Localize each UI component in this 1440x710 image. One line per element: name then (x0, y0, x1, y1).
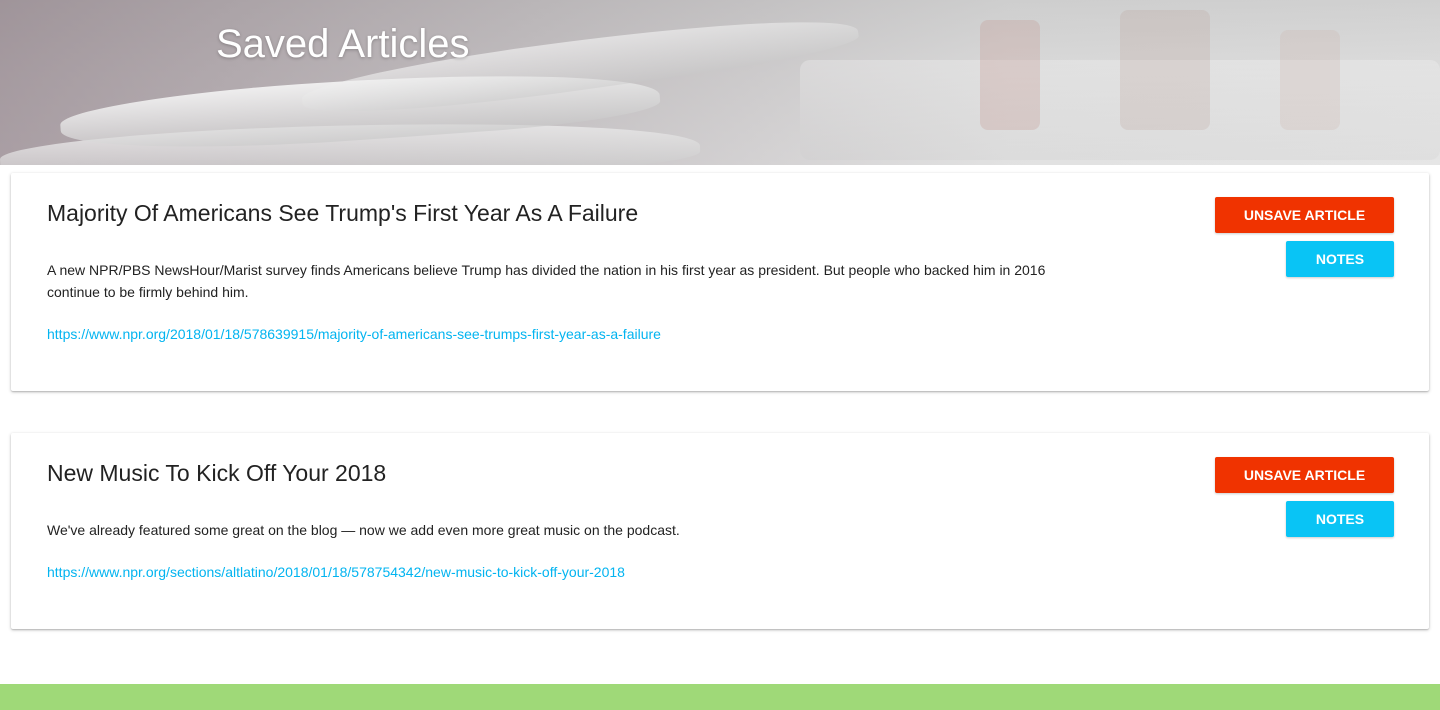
article-card: New Music To Kick Off Your 2018 We've al… (11, 433, 1429, 629)
unsave-article-button[interactable]: Unsave Article (1215, 197, 1394, 233)
unsave-article-button[interactable]: Unsave Article (1215, 457, 1394, 493)
background-image-layer (980, 20, 1040, 130)
notes-button[interactable]: Notes (1286, 501, 1394, 537)
article-link[interactable]: https://www.npr.org/2018/01/18/578639915… (47, 326, 661, 342)
page-title: Saved Articles (216, 22, 470, 66)
notes-button[interactable]: Notes (1286, 241, 1394, 277)
article-title: Majority Of Americans See Trump's First … (47, 200, 639, 226)
article-summary: We've already featured some great on the… (47, 522, 680, 538)
article-link[interactable]: https://www.npr.org/sections/altlatino/2… (47, 564, 625, 580)
background-image-layer (1120, 10, 1210, 130)
background-image-layer (1280, 30, 1340, 130)
article-title: New Music To Kick Off Your 2018 (47, 460, 387, 486)
article-card: Majority Of Americans See Trump's First … (11, 173, 1429, 391)
article-summary: A new NPR/PBS NewsHour/Marist survey fin… (47, 262, 1046, 300)
footer-bar (0, 684, 1440, 710)
hero-banner: Saved Articles (0, 0, 1440, 165)
